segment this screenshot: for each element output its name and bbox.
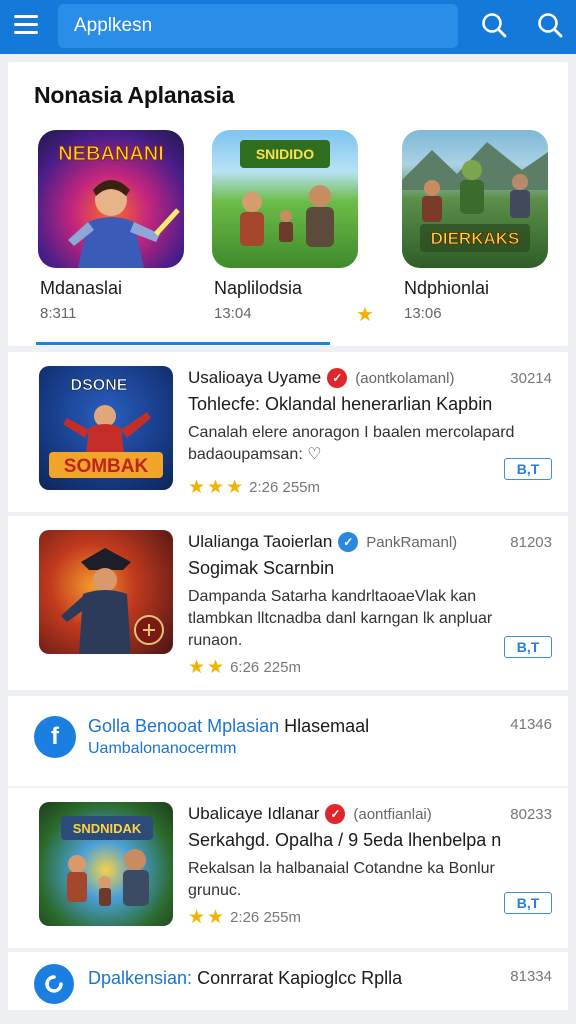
star-icon: ★	[356, 304, 374, 326]
promo-count: 41346	[510, 716, 552, 733]
refresh-icon[interactable]	[34, 964, 74, 1004]
game-name: Mdanaslai	[40, 278, 123, 298]
app-thumbnail[interactable]: DSONE SOMBAK	[39, 366, 173, 490]
verified-icon: ✓	[325, 804, 346, 824]
game-art-thumbnail[interactable]: SNIDIDO	[212, 130, 358, 268]
game-meta: 8:311	[40, 305, 77, 322]
featured-section: Nonasia Aplanasia NEBANANI Mdanaslai 8:3…	[8, 62, 568, 346]
facebook-icon[interactable]: f	[34, 716, 76, 758]
download-count: 81203	[510, 534, 552, 551]
list-item[interactable]: Ulalianga Taoierlan ✓ PankRamanl) 81203 …	[8, 516, 568, 690]
game-name: Naplilodsia	[214, 278, 303, 298]
install-button[interactable]: B,T	[504, 458, 552, 480]
featured-game-3[interactable]: DIERKAKS Ndphionlai 13:06	[402, 130, 550, 322]
verified-icon: ✓	[327, 368, 348, 388]
star-icon: ★★	[188, 657, 227, 678]
rating: ★★★ 2:26 255m	[188, 476, 320, 499]
app-thumbnail[interactable]: SNDNIDAK	[39, 802, 173, 926]
featured-game-2[interactable]: SNIDIDO Naplilodsia 13:04	[212, 130, 360, 322]
promo-item[interactable]: f Golla Benooat Mplasian Hlasemaal Uamba…	[8, 696, 568, 786]
svg-text:DIERKAKS: DIERKAKS	[431, 229, 520, 248]
publisher: PankRamanl)	[366, 533, 458, 551]
download-count: 30214	[510, 370, 552, 387]
section-title: Nonasia Aplanasia	[34, 82, 235, 108]
app-title: Applkesn	[74, 15, 153, 36]
promo-title-highlight: Golla Benooat Mplasian	[88, 716, 280, 736]
app-description: Dampanda Satarha kandrltaoaeVlak kan tla…	[188, 588, 493, 649]
rating: ★★ 2:26 255m	[188, 906, 301, 929]
app-title-search-box[interactable]: Applkesn	[58, 4, 458, 48]
rating-text: 6:26 225m	[230, 659, 301, 676]
app-headline: Serkahgd. Opalha / 9 5eda lhenbelpa n	[188, 830, 502, 850]
tab-indicator	[36, 342, 330, 345]
promo-title: Golla Benooat Mplasian Hlasemaal	[88, 716, 369, 737]
publisher: (aontfianlai)	[353, 805, 432, 823]
game-meta: 13:04	[214, 305, 252, 322]
install-button[interactable]: B,T	[504, 892, 552, 914]
app-thumbnail[interactable]	[39, 530, 173, 654]
app-title: Ubalicaye Idlanar ✓ (aontfianlai)	[188, 804, 432, 824]
promo-count: 81334	[510, 968, 552, 985]
game-name: Ndphionlai	[404, 278, 490, 298]
verified-icon: ✓	[338, 532, 359, 552]
svg-text:DSONE: DSONE	[71, 377, 128, 394]
svg-text:SOMBAK: SOMBAK	[64, 456, 149, 477]
promo-title-rest: Hlasemaal	[284, 716, 370, 736]
promo-item[interactable]: Dpalkensian: Conrrarat Kapioglcc Rplla 8…	[8, 952, 568, 1010]
list-item[interactable]: SNDNIDAK Ubalicaye Idlanar ✓ (aontfianla…	[8, 788, 568, 948]
promo-subtitle: Uambalonanocermm	[88, 740, 237, 757]
promo-title: Dpalkensian: Conrrarat Kapioglcc Rplla	[88, 968, 402, 989]
promo-title-highlight: Dpalkensian:	[88, 968, 193, 988]
rating-text: 2:26 255m	[249, 479, 320, 496]
game-meta: 13:06	[404, 305, 442, 322]
rating-text: 2:26 255m	[230, 909, 301, 926]
search-icon[interactable]	[536, 11, 564, 39]
search-icon[interactable]	[480, 11, 508, 39]
app-title: Ulalianga Taoierlan ✓ PankRamanl)	[188, 532, 457, 552]
app-name: Ulalianga Taoierlan	[188, 532, 333, 551]
svg-text:SNIDIDO: SNIDIDO	[256, 146, 314, 162]
download-count: 80233	[510, 806, 552, 823]
list-item[interactable]: DSONE SOMBAK Usalioaya Uyame ✓ (aontkola…	[8, 352, 568, 512]
game-art-thumbnail[interactable]: NEBANANI	[38, 130, 184, 268]
promo-title-rest: Conrrarat Kapioglcc Rplla	[197, 968, 403, 988]
app-description: Canalah elere anoragon I baalen mercolap…	[188, 424, 515, 463]
install-button[interactable]: B,T	[504, 636, 552, 658]
top-app-bar: Applkesn	[0, 0, 576, 54]
app-description: Rekalsan la halbanaial Cotandne ka Bonlu…	[188, 860, 495, 899]
star-icon: ★★	[188, 907, 227, 928]
app-headline: Sogimak Scarnbin	[188, 558, 335, 578]
app-name: Ubalicaye Idlanar	[188, 804, 320, 823]
svg-text:SNDNIDAK: SNDNIDAK	[73, 821, 142, 836]
app-name: Usalioaya Uyame	[188, 368, 322, 387]
featured-game-1[interactable]: NEBANANI Mdanaslai 8:311	[38, 130, 186, 322]
star-icon: ★★★	[188, 477, 246, 498]
rating: ★★ 6:26 225m	[188, 656, 301, 679]
app-title: Usalioaya Uyame ✓ (aontkolamanl)	[188, 368, 454, 388]
game-art-thumbnail[interactable]: DIERKAKS	[402, 130, 548, 268]
publisher: (aontkolamanl)	[355, 369, 455, 387]
svg-text:NEBANANI: NEBANANI	[58, 143, 164, 165]
app-headline: Tohlecfe: Oklandal henerarlian Kapbin	[188, 394, 493, 414]
menu-icon[interactable]	[14, 15, 38, 35]
